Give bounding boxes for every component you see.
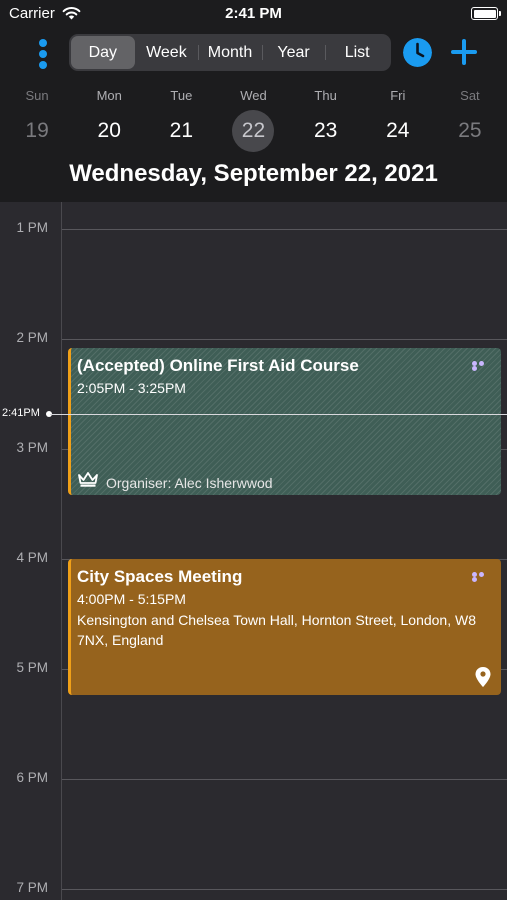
date-cell[interactable]: 20 [73, 110, 145, 152]
event-time: 2:05PM - 3:25PM [77, 380, 186, 396]
date-cell-selected[interactable]: 22 [217, 110, 289, 152]
weekday-label: Mon [96, 88, 122, 103]
status-time: 2:41 PM [225, 5, 282, 22]
tab-list[interactable]: List [325, 36, 389, 69]
more-horizontal-icon[interactable] [472, 361, 492, 371]
date-number: 21 [169, 119, 194, 142]
date-cell[interactable]: 21 [145, 110, 217, 152]
calendar-header: Day Week Month Year List Sun Mon Tue Wed… [0, 30, 507, 202]
weekday-label: Sat [460, 88, 480, 103]
event-location: Kensington and Chelsea Town Hall, Hornto… [77, 612, 476, 648]
hour-line [62, 779, 507, 780]
date-number: 24 [386, 119, 410, 142]
tab-month[interactable]: Month [198, 36, 262, 69]
time-gutter-divider [61, 202, 62, 900]
date-cell[interactable]: 24 [362, 110, 434, 152]
selected-date-title: Wednesday, September 22, 2021 [69, 160, 438, 187]
crown-icon [78, 472, 98, 487]
date-number: 20 [97, 119, 121, 142]
event-title: City Spaces Meeting [77, 567, 243, 586]
weekday-label: Wed [240, 88, 267, 103]
event-title: (Accepted) Online First Aid Course [77, 356, 359, 375]
date-cell[interactable]: 23 [290, 110, 362, 152]
hour-line [62, 889, 507, 890]
hour-line [62, 339, 507, 340]
hour-label: 5 PM [16, 660, 48, 675]
event-organiser: Organiser: Alec Isherwwod [106, 475, 273, 491]
status-bar: Carrier 2:41 PM [0, 0, 507, 30]
date-row: 19 20 21 22 23 24 25 [0, 110, 507, 152]
tab-year[interactable]: Year [261, 36, 326, 69]
tab-week[interactable]: Week [135, 36, 199, 69]
date-number: 25 [458, 119, 482, 142]
date-cell[interactable]: 19 [1, 110, 73, 152]
more-vertical-icon[interactable] [36, 39, 50, 69]
hour-label: 1 PM [16, 220, 48, 235]
weekday-row: Sun Mon Tue Wed Thu Fri Sat [0, 88, 507, 103]
weekday-label: Sun [25, 88, 49, 103]
battery-icon [471, 7, 501, 20]
view-mode-segmented-control: Day Week Month Year List [69, 34, 391, 71]
hour-label: 2 PM [16, 330, 48, 345]
tab-day[interactable]: Day [71, 36, 135, 69]
event-card[interactable]: City Spaces Meeting 4:00PM - 5:15PM Kens… [68, 559, 501, 695]
hour-label: 3 PM [16, 440, 48, 455]
hour-label: 4 PM [16, 550, 48, 565]
day-timeline[interactable]: 1 PM 2 PM 3 PM 4 PM 5 PM 6 PM 7 PM (Acce… [0, 202, 507, 900]
hour-label: 7 PM [16, 880, 48, 895]
hour-line [62, 229, 507, 230]
location-pin-icon [475, 667, 491, 687]
weekday-label: Fri [390, 88, 406, 103]
add-event-button[interactable] [451, 39, 477, 65]
weekday-label: Tue [170, 88, 193, 103]
current-time-line [50, 414, 507, 415]
weekday-label: Thu [314, 88, 337, 103]
clock-icon[interactable] [403, 38, 432, 67]
event-time: 4:00PM - 5:15PM [77, 591, 186, 607]
date-cell[interactable]: 25 [434, 110, 506, 152]
more-horizontal-icon[interactable] [472, 572, 492, 582]
date-number: 22 [232, 110, 275, 152]
hour-label: 6 PM [16, 770, 48, 785]
event-card[interactable]: (Accepted) Online First Aid Course 2:05P… [68, 348, 501, 495]
current-time-label: 2:41PM [2, 407, 40, 419]
date-number: 23 [313, 119, 338, 142]
date-number: 19 [25, 119, 49, 142]
